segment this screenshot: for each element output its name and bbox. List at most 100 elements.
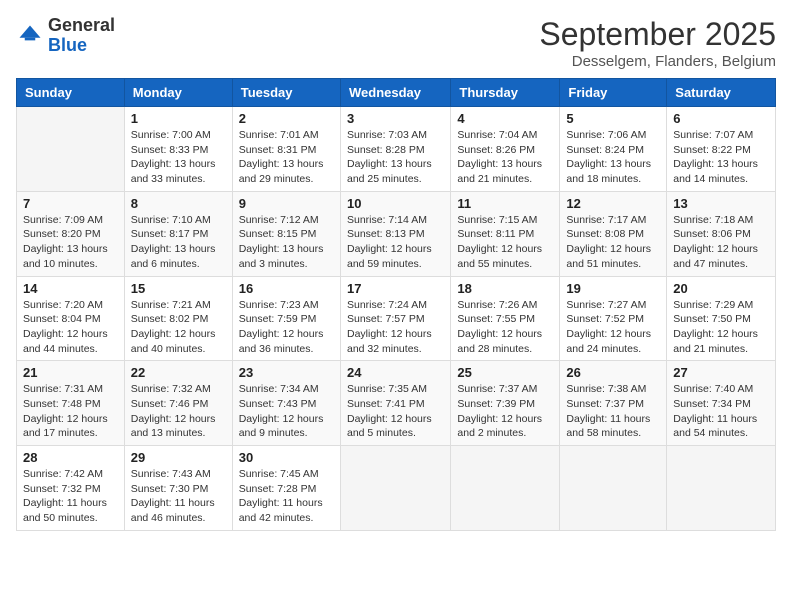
calendar-cell: 24 Sunrise: 7:35 AM Sunset: 7:41 PM Dayli… — [340, 361, 450, 446]
day-number: 24 — [347, 365, 444, 380]
day-info: Sunrise: 7:10 AM Sunset: 8:17 PM Dayligh… — [131, 213, 226, 272]
day-info: Sunrise: 7:38 AM Sunset: 7:37 PM Dayligh… — [566, 382, 660, 441]
calendar-cell — [560, 446, 667, 531]
column-header-saturday: Saturday — [667, 79, 776, 107]
day-info: Sunrise: 7:04 AM Sunset: 8:26 PM Dayligh… — [457, 128, 553, 187]
calendar-cell: 30Sunrise: 7:45 AM Sunset: 7:28 PM Dayli… — [232, 446, 340, 531]
calendar-cell: 10 Sunrise: 7:14 AM Sunset: 8:13 PM Dayli… — [340, 191, 450, 276]
calendar-week-row: 14 Sunrise: 7:20 AM Sunset: 8:04 PM Dayli… — [17, 276, 776, 361]
day-info: Sunrise: 7:03 AM Sunset: 8:28 PM Dayligh… — [347, 128, 444, 187]
calendar-cell: 14 Sunrise: 7:20 AM Sunset: 8:04 PM Dayli… — [17, 276, 125, 361]
day-info: Sunrise: 7:14 AM Sunset: 8:13 PM Dayligh… — [347, 213, 444, 272]
day-info: Sunrise: 7:18 AM Sunset: 8:06 PM Dayligh… — [673, 213, 769, 272]
calendar-table: SundayMondayTuesdayWednesdayThursdayFrid… — [16, 78, 776, 531]
column-header-sunday: Sunday — [17, 79, 125, 107]
calendar-cell: 13Sunrise: 7:18 AM Sunset: 8:06 PM Dayli… — [667, 191, 776, 276]
calendar-cell: 8 Sunrise: 7:10 AM Sunset: 8:17 PM Daylig… — [124, 191, 232, 276]
day-info: Sunrise: 7:24 AM Sunset: 7:57 PM Dayligh… — [347, 298, 444, 357]
calendar-cell: 7 Sunrise: 7:09 AM Sunset: 8:20 PM Daylig… — [17, 191, 125, 276]
calendar-cell: 27 Sunrise: 7:40 AM Sunset: 7:34 PM Dayli… — [667, 361, 776, 446]
day-info: Sunrise: 7:43 AM Sunset: 7:30 PM Dayligh… — [131, 467, 226, 526]
calendar-cell: 25 Sunrise: 7:37 AM Sunset: 7:39 PM Dayli… — [451, 361, 560, 446]
day-number: 20 — [673, 281, 769, 296]
day-number: 11 — [457, 196, 553, 211]
calendar-cell: 11 Sunrise: 7:15 AM Sunset: 8:11 PM Dayli… — [451, 191, 560, 276]
day-info: Sunrise: 7:45 AM Sunset: 7:28 PM Dayligh… — [239, 467, 334, 526]
title-block: September 2025 Desselgem, Flanders, Belg… — [539, 16, 776, 70]
day-number: 4 — [457, 111, 553, 126]
day-info: Sunrise: 7:21 AM Sunset: 8:02 PM Dayligh… — [131, 298, 226, 357]
calendar-cell: 28Sunrise: 7:42 AM Sunset: 7:32 PM Dayli… — [17, 446, 125, 531]
calendar-cell: 17 Sunrise: 7:24 AM Sunset: 7:57 PM Dayli… — [340, 276, 450, 361]
column-header-monday: Monday — [124, 79, 232, 107]
day-number: 25 — [457, 365, 553, 380]
calendar-cell: 15 Sunrise: 7:21 AM Sunset: 8:02 PM Dayli… — [124, 276, 232, 361]
day-info: Sunrise: 7:40 AM Sunset: 7:34 PM Dayligh… — [673, 382, 769, 441]
calendar-week-row: 7 Sunrise: 7:09 AM Sunset: 8:20 PM Daylig… — [17, 191, 776, 276]
day-number: 23 — [239, 365, 334, 380]
logo-general-text: General — [48, 15, 115, 35]
logo-icon — [16, 22, 44, 50]
calendar-cell: 22 Sunrise: 7:32 AM Sunset: 7:46 PM Dayli… — [124, 361, 232, 446]
day-info: Sunrise: 7:37 AM Sunset: 7:39 PM Dayligh… — [457, 382, 553, 441]
day-info: Sunrise: 7:06 AM Sunset: 8:24 PM Dayligh… — [566, 128, 660, 187]
calendar-week-row: 21Sunrise: 7:31 AM Sunset: 7:48 PM Dayli… — [17, 361, 776, 446]
calendar-cell: 6Sunrise: 7:07 AM Sunset: 8:22 PM Daylig… — [667, 107, 776, 192]
calendar-cell: 20 Sunrise: 7:29 AM Sunset: 7:50 PM Dayli… — [667, 276, 776, 361]
calendar-cell: 19Sunrise: 7:27 AM Sunset: 7:52 PM Dayli… — [560, 276, 667, 361]
calendar-cell: 16Sunrise: 7:23 AM Sunset: 7:59 PM Dayli… — [232, 276, 340, 361]
day-number: 1 — [131, 111, 226, 126]
day-info: Sunrise: 7:20 AM Sunset: 8:04 PM Dayligh… — [23, 298, 118, 357]
day-info: Sunrise: 7:00 AM Sunset: 8:33 PM Dayligh… — [131, 128, 226, 187]
day-info: Sunrise: 7:27 AM Sunset: 7:52 PM Dayligh… — [566, 298, 660, 357]
day-info: Sunrise: 7:12 AM Sunset: 8:15 PM Dayligh… — [239, 213, 334, 272]
calendar-cell: 21Sunrise: 7:31 AM Sunset: 7:48 PM Dayli… — [17, 361, 125, 446]
calendar-cell: 2Sunrise: 7:01 AM Sunset: 8:31 PM Daylig… — [232, 107, 340, 192]
location-subtitle: Desselgem, Flanders, Belgium — [539, 53, 776, 70]
day-number: 10 — [347, 196, 444, 211]
day-info: Sunrise: 7:35 AM Sunset: 7:41 PM Dayligh… — [347, 382, 444, 441]
day-number: 3 — [347, 111, 444, 126]
calendar-cell — [451, 446, 560, 531]
column-header-thursday: Thursday — [451, 79, 560, 107]
day-number: 9 — [239, 196, 334, 211]
day-number: 18 — [457, 281, 553, 296]
calendar-cell — [667, 446, 776, 531]
day-number: 29 — [131, 450, 226, 465]
day-number: 12 — [566, 196, 660, 211]
day-number: 8 — [131, 196, 226, 211]
calendar-cell: 23 Sunrise: 7:34 AM Sunset: 7:43 PM Dayli… — [232, 361, 340, 446]
column-header-tuesday: Tuesday — [232, 79, 340, 107]
day-number: 27 — [673, 365, 769, 380]
day-info: Sunrise: 7:34 AM Sunset: 7:43 PM Dayligh… — [239, 382, 334, 441]
logo-blue-text: Blue — [48, 35, 87, 55]
calendar-cell — [340, 446, 450, 531]
day-info: Sunrise: 7:23 AM Sunset: 7:59 PM Dayligh… — [239, 298, 334, 357]
day-number: 17 — [347, 281, 444, 296]
day-info: Sunrise: 7:29 AM Sunset: 7:50 PM Dayligh… — [673, 298, 769, 357]
day-info: Sunrise: 7:17 AM Sunset: 8:08 PM Dayligh… — [566, 213, 660, 272]
day-number: 2 — [239, 111, 334, 126]
day-number: 21 — [23, 365, 118, 380]
day-number: 7 — [23, 196, 118, 211]
day-info: Sunrise: 7:42 AM Sunset: 7:32 PM Dayligh… — [23, 467, 118, 526]
day-info: Sunrise: 7:15 AM Sunset: 8:11 PM Dayligh… — [457, 213, 553, 272]
calendar-cell: 12 Sunrise: 7:17 AM Sunset: 8:08 PM Dayli… — [560, 191, 667, 276]
calendar-cell: 18Sunrise: 7:26 AM Sunset: 7:55 PM Dayli… — [451, 276, 560, 361]
calendar-header-row: SundayMondayTuesdayWednesdayThursdayFrid… — [17, 79, 776, 107]
calendar-week-row: 28Sunrise: 7:42 AM Sunset: 7:32 PM Dayli… — [17, 446, 776, 531]
day-number: 26 — [566, 365, 660, 380]
calendar-cell: 26 Sunrise: 7:38 AM Sunset: 7:37 PM Dayli… — [560, 361, 667, 446]
page-header: General Blue September 2025 Desselgem, F… — [16, 16, 776, 70]
calendar-cell: 4 Sunrise: 7:04 AM Sunset: 8:26 PM Daylig… — [451, 107, 560, 192]
calendar-cell: 5 Sunrise: 7:06 AM Sunset: 8:24 PM Daylig… — [560, 107, 667, 192]
day-info: Sunrise: 7:09 AM Sunset: 8:20 PM Dayligh… — [23, 213, 118, 272]
day-number: 5 — [566, 111, 660, 126]
calendar-cell: 29 Sunrise: 7:43 AM Sunset: 7:30 PM Dayli… — [124, 446, 232, 531]
day-info: Sunrise: 7:32 AM Sunset: 7:46 PM Dayligh… — [131, 382, 226, 441]
day-number: 14 — [23, 281, 118, 296]
day-number: 22 — [131, 365, 226, 380]
calendar-cell: 1 Sunrise: 7:00 AM Sunset: 8:33 PM Daylig… — [124, 107, 232, 192]
day-number: 15 — [131, 281, 226, 296]
month-year-title: September 2025 — [539, 16, 776, 53]
